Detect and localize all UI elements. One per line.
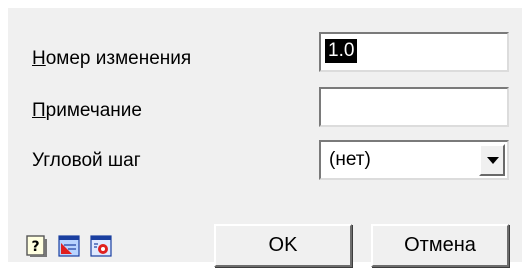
cancel-button[interactable]: Отмена <box>371 224 509 267</box>
change-number-label: Номер изменения <box>32 48 192 69</box>
settings-icon[interactable] <box>90 235 112 257</box>
angle-step-select[interactable]: (нет) <box>319 140 509 180</box>
change-number-input[interactable]: 1.0 <box>319 32 509 72</box>
change-number-value: 1.0 <box>325 39 358 63</box>
dialog: Номер изменения 1.0 Примечание Угловой ш… <box>8 8 522 267</box>
svg-text:?: ? <box>31 239 39 255</box>
ok-button[interactable]: OK <box>214 224 352 267</box>
chevron-down-icon <box>487 157 499 164</box>
angle-step-value: (нет) <box>329 149 371 170</box>
angle-step-label: Угловой шаг <box>32 150 141 171</box>
note-input[interactable] <box>319 87 509 127</box>
drawing-icon[interactable] <box>58 235 80 257</box>
dropdown-button[interactable] <box>479 144 505 176</box>
note-label: Примечание <box>32 100 142 121</box>
help-icon[interactable]: ? <box>26 235 48 257</box>
